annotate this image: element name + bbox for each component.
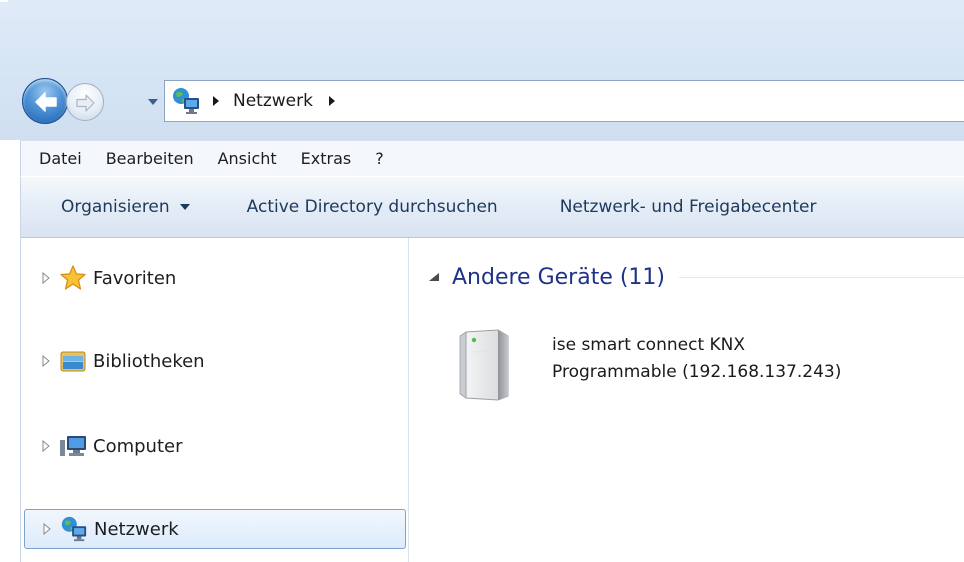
chevron-down-icon[interactable] <box>146 95 160 109</box>
device-name-line2: Programmable (192.168.137.243) <box>552 362 842 382</box>
nav-item-computer[interactable]: Computer <box>21 425 405 467</box>
address-bar[interactable]: Netzwerk <box>164 80 964 122</box>
menu-bar: Datei Bearbeiten Ansicht Extras ? <box>20 140 964 176</box>
nav-item-libraries[interactable]: Bibliotheken <box>21 340 405 382</box>
group-header[interactable]: Andere Geräte (11) <box>428 262 964 292</box>
network-icon <box>173 88 199 114</box>
network-icon <box>61 516 87 542</box>
device-name-line1: ise smart connect KNX <box>552 335 746 355</box>
star-icon <box>60 265 86 290</box>
window-chrome: Netzwerk <box>0 0 964 140</box>
device-icon <box>459 329 509 401</box>
group-divider <box>679 276 964 278</box>
active-directory-button[interactable]: Active Directory durchsuchen <box>247 197 498 217</box>
menu-edit[interactable]: Bearbeiten <box>106 149 194 168</box>
back-arrow-icon <box>35 92 57 112</box>
expand-arrow-icon[interactable] <box>42 523 52 535</box>
group-title: Andere Geräte (11) <box>452 264 666 290</box>
nav-item-label: Netzwerk <box>94 518 179 540</box>
active-directory-label: Active Directory durchsuchen <box>246 197 498 217</box>
expand-arrow-icon[interactable] <box>41 355 51 367</box>
menu-extras[interactable]: Extras <box>301 149 352 168</box>
nav-item-label: Computer <box>93 435 183 457</box>
menu-view[interactable]: Ansicht <box>218 149 277 168</box>
breadcrumb-network[interactable]: Netzwerk <box>233 91 313 111</box>
network-center-button[interactable]: Netzwerk- und Freigabecenter <box>560 197 817 217</box>
collapse-arrow-icon[interactable] <box>428 272 440 282</box>
nav-item-network[interactable]: Netzwerk <box>24 509 406 549</box>
breadcrumb-chevron-icon[interactable] <box>327 95 337 107</box>
chevron-down-icon <box>179 204 190 210</box>
device-item[interactable]: ise smart connect KNX Programmable (192.… <box>454 322 934 402</box>
breadcrumb-separator-icon[interactable] <box>211 95 221 107</box>
content-pane: Andere Geräte (11) ise smart connect KNX… <box>410 238 964 562</box>
nav-item-label: Bibliotheken <box>93 350 205 372</box>
menu-help[interactable]: ? <box>375 149 384 168</box>
nav-item-label: Favoriten <box>93 267 177 289</box>
window-corner <box>0 0 8 2</box>
navigation-buttons <box>22 78 162 126</box>
forward-button[interactable] <box>66 83 104 121</box>
expand-arrow-icon[interactable] <box>41 272 51 284</box>
forward-arrow-icon <box>76 94 95 112</box>
network-center-label: Netzwerk- und Freigabecenter <box>559 197 817 217</box>
nav-item-favorites[interactable]: Favoriten <box>21 257 405 299</box>
back-button[interactable] <box>22 78 68 124</box>
expand-arrow-icon[interactable] <box>41 440 51 452</box>
menu-file[interactable]: Datei <box>39 149 82 168</box>
command-bar: Organisieren Active Directory durchsuche… <box>20 176 964 238</box>
organize-label: Organisieren <box>61 197 170 217</box>
computer-icon <box>60 436 86 456</box>
organize-button[interactable]: Organisieren <box>61 197 191 217</box>
navigation-pane: Favoriten Bibliotheken Computer Netzwerk <box>20 238 409 562</box>
library-icon <box>60 351 86 372</box>
device-label: ise smart connect KNX Programmable (192.… <box>552 332 841 386</box>
